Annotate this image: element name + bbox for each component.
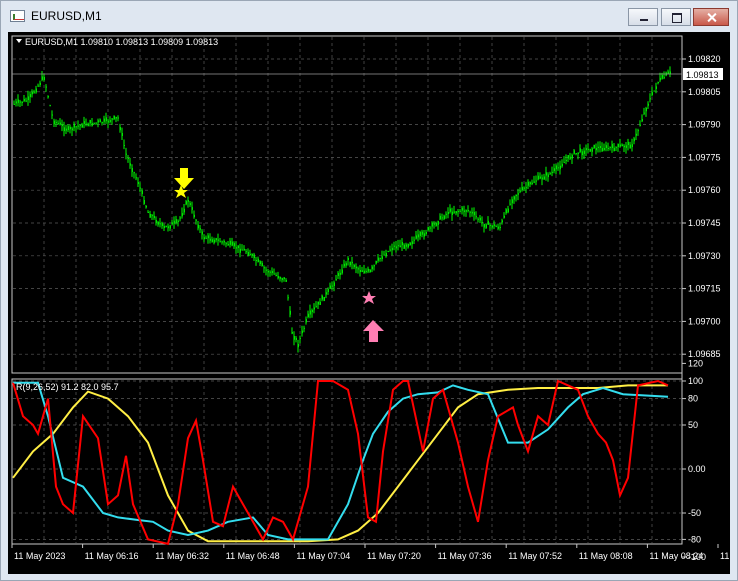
minimize-button[interactable]: [628, 8, 658, 26]
price-pane-frame: [11, 35, 683, 374]
price-candles: [13, 66, 671, 353]
time-tick-label: 11 May 07:20: [367, 551, 421, 561]
chart-area[interactable]: 1.09820 1.09805 1.09790 1.09775 1.09760 1.097…: [8, 32, 738, 574]
time-tick-label: 11 May 07:52: [508, 551, 562, 561]
indicator-tick-label: -80: [688, 534, 701, 544]
time-tick-label: 11 May 07:36: [438, 551, 492, 561]
time-tick-label: 11 May 08:24: [649, 551, 703, 561]
price-tick-label: 1.09775: [688, 152, 721, 162]
chart-window-icon: [10, 10, 25, 22]
indicator-lines: [12, 379, 669, 545]
price-tick-label: 1.09820: [688, 54, 721, 64]
indicator-tick-label: -50: [688, 508, 701, 518]
price-tick-label: 1.09790: [688, 120, 721, 130]
time-tick-label: 11 May 06:16: [85, 551, 139, 561]
indicator-tick-label: 80: [688, 394, 698, 404]
indicator-tick-label: 50: [688, 420, 698, 430]
maximize-button[interactable]: [661, 8, 691, 26]
price-tick-label: 1.09700: [688, 316, 721, 326]
time-tick-label: 11 May 08:08: [579, 551, 633, 561]
indicator-tick-label: 120: [688, 358, 703, 368]
indicator-tick-label: 0.00: [688, 464, 706, 474]
price-tick-label: 1.09760: [688, 185, 721, 195]
chart-window: EURUSD,M1 1.09820 1.09805 1.09790 1.09775 1.…: [0, 0, 738, 581]
chart-canvas[interactable]: 1.09820 1.09805 1.09790 1.09775 1.09760 1.097…: [8, 32, 738, 574]
indicator-tick-label: 100: [688, 376, 703, 386]
yellow-star-icon: [174, 185, 188, 198]
indicator-header: R(9,26,52) 91.2 82.0 95.7: [16, 382, 119, 392]
time-tick-label: 11 May 06:48: [226, 551, 280, 561]
price-tick-label: 1.09730: [688, 251, 721, 261]
price-tick-label: 1.09715: [688, 284, 721, 294]
up-arrow-icon: [363, 320, 384, 342]
chart-grid: [13, 37, 681, 543]
time-tick-label: 11 May 08:40: [720, 551, 730, 561]
price-header: EURUSD,M1 1.09810 1.09813 1.09809 1.0981…: [25, 37, 218, 47]
price-scale: 1.09820 1.09805 1.09790 1.09775 1.09760 1.097…: [682, 54, 721, 359]
price-tick-label: 1.09805: [688, 87, 721, 97]
symbol-menu-icon[interactable]: [16, 39, 22, 43]
time-tick-label: 11 May 07:04: [296, 551, 350, 561]
time-tick-label: 11 May 06:32: [155, 551, 209, 561]
title-bar[interactable]: EURUSD,M1: [1, 1, 737, 31]
time-scale: 11 May 2023 11 May 06:16 11 May 06:32 11 Ma…: [11, 544, 738, 561]
time-tick-label: 11 May 2023: [14, 551, 65, 561]
indicator-scale: 12010080500.00-50-80-100: [682, 358, 706, 562]
down-arrow-icon: [174, 168, 194, 189]
price-tick-label: 1.09745: [688, 218, 721, 228]
current-price-label: 1.09813: [686, 70, 719, 80]
window-title: EURUSD,M1: [31, 9, 102, 23]
close-button[interactable]: [693, 8, 729, 26]
